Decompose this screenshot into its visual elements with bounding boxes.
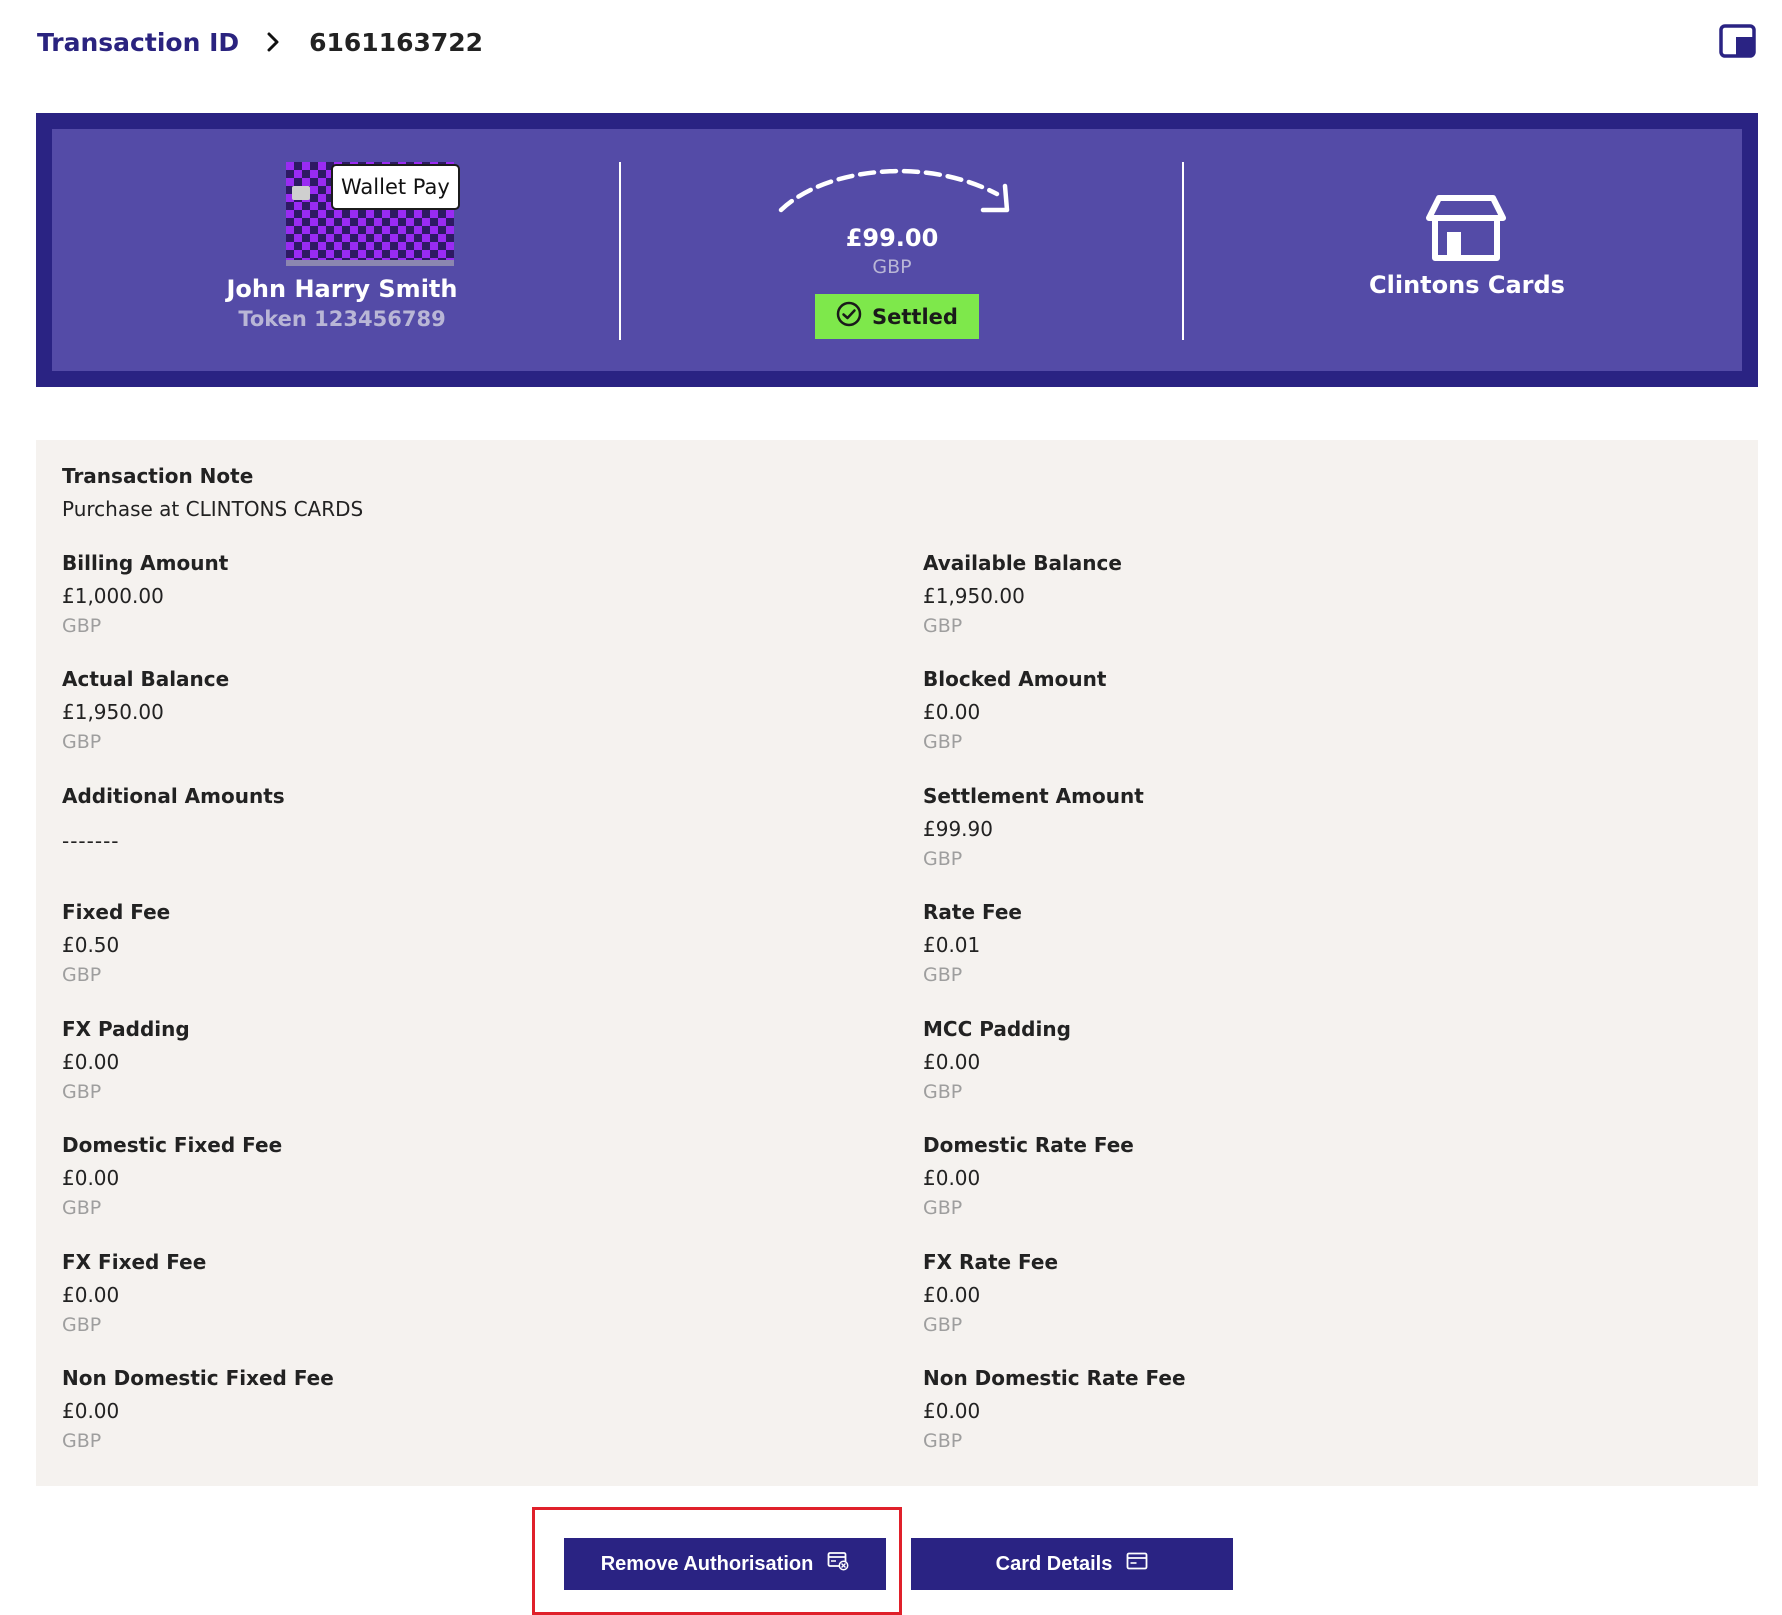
card-remove-icon	[827, 1551, 849, 1577]
card-details-label: Card Details	[995, 1552, 1113, 1575]
detail-domestic-rate-fee: Domestic Rate Fee £0.00 GBP	[923, 1133, 1523, 1221]
detail-fixed-fee: Fixed Fee £0.50 GBP	[62, 900, 662, 988]
breadcrumb-transaction-id-link[interactable]: Transaction ID	[37, 28, 239, 57]
detail-currency: GBP	[62, 964, 102, 986]
detail-currency: GBP	[923, 1314, 963, 1336]
detail-value: £0.00	[923, 1283, 981, 1307]
detail-available-balance: Available Balance £1,950.00 GBP	[923, 551, 1523, 639]
transaction-summary-banner: Wallet Pay John Harry Smith Token 123456…	[36, 113, 1758, 387]
dashed-arrow-icon	[775, 154, 1015, 219]
detail-label: Billing Amount	[62, 551, 229, 575]
merchant-name: Clintons Cards	[1369, 271, 1565, 299]
detail-non-domestic-rate-fee: Non Domestic Rate Fee £0.00 GBP	[923, 1366, 1523, 1454]
transaction-details-panel: Transaction Note Purchase at CLINTONS CA…	[36, 440, 1758, 1486]
banner-divider	[619, 162, 621, 340]
detail-currency: GBP	[923, 848, 963, 870]
card-details-button[interactable]: Card Details	[911, 1538, 1233, 1590]
status-label: Settled	[872, 304, 958, 329]
detail-value: £0.50	[62, 933, 120, 957]
detail-label: Domestic Rate Fee	[923, 1133, 1134, 1157]
detail-label: FX Fixed Fee	[62, 1250, 207, 1274]
detail-label: Non Domestic Fixed Fee	[62, 1366, 334, 1390]
detail-currency: GBP	[62, 731, 102, 753]
breadcrumb: Transaction ID 6161163722	[37, 22, 483, 62]
detail-label: MCC Padding	[923, 1017, 1071, 1041]
detail-label: Rate Fee	[923, 900, 1022, 924]
remove-authorisation-button[interactable]: Remove Authorisation	[564, 1538, 886, 1590]
detail-value: £0.01	[923, 933, 981, 957]
detail-value: £0.00	[923, 700, 981, 724]
detail-currency: GBP	[923, 731, 963, 753]
detail-domestic-fixed-fee: Domestic Fixed Fee £0.00 GBP	[62, 1133, 662, 1221]
detail-label: Actual Balance	[62, 667, 230, 691]
detail-label: FX Rate Fee	[923, 1250, 1059, 1274]
detail-rate-fee: Rate Fee £0.01 GBP	[923, 900, 1523, 988]
detail-currency: GBP	[923, 964, 963, 986]
cardholder-name: John Harry Smith	[226, 275, 458, 303]
detail-value: £0.00	[62, 1399, 120, 1423]
detail-label: Domestic Fixed Fee	[62, 1133, 283, 1157]
detail-mcc-padding: MCC Padding £0.00 GBP	[923, 1017, 1523, 1105]
detail-actual-balance: Actual Balance £1,950.00 GBP	[62, 667, 662, 755]
detail-value: £0.00	[923, 1166, 981, 1190]
detail-label: Blocked Amount	[923, 667, 1107, 691]
transaction-note-label: Transaction Note	[62, 464, 254, 488]
transaction-amount: £99.00	[845, 224, 939, 252]
detail-value: £1,000.00	[62, 584, 164, 608]
detail-value: £0.00	[62, 1166, 120, 1190]
banner-divider	[1182, 162, 1184, 340]
detail-fx-rate-fee: FX Rate Fee £0.00 GBP	[923, 1250, 1523, 1338]
detail-value: £1,950.00	[62, 700, 164, 724]
detail-currency: GBP	[62, 1081, 102, 1103]
detail-currency: GBP	[923, 1430, 963, 1452]
detail-non-domestic-fixed-fee: Non Domestic Fixed Fee £0.00 GBP	[62, 1366, 662, 1454]
detail-fx-fixed-fee: FX Fixed Fee £0.00 GBP	[62, 1250, 662, 1338]
detail-additional-amounts: Additional Amounts -------	[62, 784, 662, 853]
detail-value: -------	[62, 829, 120, 853]
check-circle-icon	[836, 301, 862, 332]
detail-currency: GBP	[62, 615, 102, 637]
payment-method-badge: Wallet Pay	[331, 164, 460, 210]
detail-billing-amount: Billing Amount £1,000.00 GBP	[62, 551, 662, 639]
detail-currency: GBP	[923, 1197, 963, 1219]
status-badge: Settled	[815, 294, 979, 339]
detail-currency: GBP	[62, 1430, 102, 1452]
detail-value: £1,950.00	[923, 584, 1025, 608]
card-token: Token 123456789	[238, 307, 446, 331]
detail-label: Available Balance	[923, 551, 1122, 575]
detail-label: FX Padding	[62, 1017, 190, 1041]
detail-value: £0.00	[923, 1050, 981, 1074]
chevron-right-icon	[263, 32, 283, 52]
detail-currency: GBP	[62, 1197, 102, 1219]
detail-label: Settlement Amount	[923, 784, 1144, 808]
detail-value: £0.00	[62, 1050, 120, 1074]
detail-currency: GBP	[923, 1081, 963, 1103]
detail-value: £0.00	[62, 1283, 120, 1307]
transaction-note-value: Purchase at CLINTONS CARDS	[62, 497, 364, 521]
credit-card-icon	[1126, 1552, 1148, 1576]
store-icon	[1425, 194, 1507, 262]
detail-label: Fixed Fee	[62, 900, 171, 924]
detail-currency: GBP	[62, 1314, 102, 1336]
window-icon[interactable]	[1719, 24, 1756, 58]
detail-label: Non Domestic Rate Fee	[923, 1366, 1186, 1390]
detail-settlement-amount: Settlement Amount £99.90 GBP	[923, 784, 1523, 872]
detail-currency: GBP	[923, 615, 963, 637]
detail-value: £0.00	[923, 1399, 981, 1423]
transaction-currency: GBP	[872, 256, 912, 278]
detail-value: £99.90	[923, 817, 993, 841]
detail-fx-padding: FX Padding £0.00 GBP	[62, 1017, 662, 1105]
remove-authorisation-label: Remove Authorisation	[600, 1552, 814, 1575]
transaction-summary-inner: Wallet Pay John Harry Smith Token 123456…	[52, 129, 1742, 371]
breadcrumb-transaction-number: 6161163722	[309, 27, 484, 57]
detail-label: Additional Amounts	[62, 784, 285, 808]
detail-blocked-amount: Blocked Amount £0.00 GBP	[923, 667, 1523, 755]
